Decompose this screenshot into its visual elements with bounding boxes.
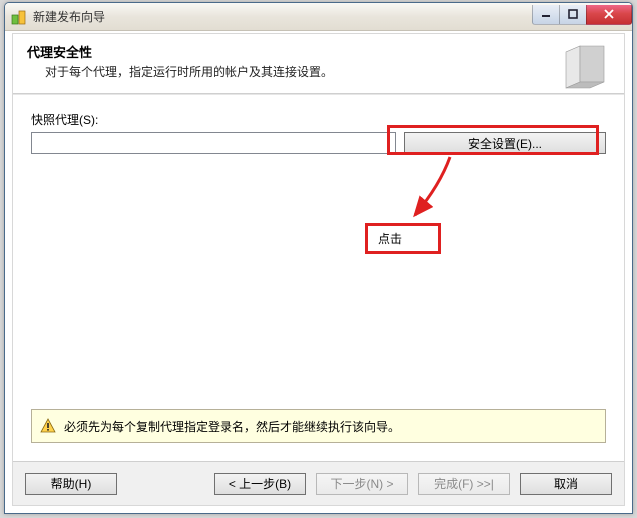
snapshot-agent-input[interactable] — [31, 132, 396, 154]
titlebar: 新建发布向导 — [5, 3, 632, 31]
annotation-hint: 点击 — [365, 223, 441, 254]
minimize-button[interactable] — [532, 5, 560, 25]
window-controls — [533, 5, 632, 25]
page-subtitle: 对于每个代理，指定运行时所用的帐户及其连接设置。 — [45, 63, 550, 80]
app-icon — [11, 9, 27, 25]
wizard-header: 代理安全性 对于每个代理，指定运行时所用的帐户及其连接设置。 — [13, 34, 624, 94]
window-title: 新建发布向导 — [33, 8, 533, 25]
snapshot-agent-label: 快照代理(S): — [31, 111, 606, 128]
page-title: 代理安全性 — [27, 42, 550, 61]
back-button[interactable]: < 上一步(B) — [214, 473, 306, 495]
finish-button[interactable]: 完成(F) >>| — [418, 473, 510, 495]
annotation-arrow-icon — [405, 155, 465, 225]
wizard-body: 快照代理(S): 安全设置(E)... 点击 — [13, 94, 624, 461]
wizard-window: 新建发布向导 代理安全性 对于每个代理，指定运行时所用的帐户及其连接设置。 — [4, 2, 633, 514]
security-settings-button[interactable]: 安全设置(E)... — [404, 132, 606, 154]
maximize-button[interactable] — [559, 5, 587, 25]
wizard-footer: 帮助(H) < 上一步(B) 下一步(N) > 完成(F) >>| 取消 — [13, 461, 624, 505]
close-button[interactable] — [586, 5, 632, 25]
warning-panel: 必须先为每个复制代理指定登录名，然后才能继续执行该向导。 — [31, 409, 606, 443]
next-button[interactable]: 下一步(N) > — [316, 473, 408, 495]
warning-icon — [40, 418, 56, 434]
cancel-button[interactable]: 取消 — [520, 473, 612, 495]
header-graphic-icon — [560, 44, 610, 90]
help-button[interactable]: 帮助(H) — [25, 473, 117, 495]
client-area: 代理安全性 对于每个代理，指定运行时所用的帐户及其连接设置。 快照代理(S): … — [12, 33, 625, 506]
warning-text: 必须先为每个复制代理指定登录名，然后才能继续执行该向导。 — [64, 418, 400, 435]
